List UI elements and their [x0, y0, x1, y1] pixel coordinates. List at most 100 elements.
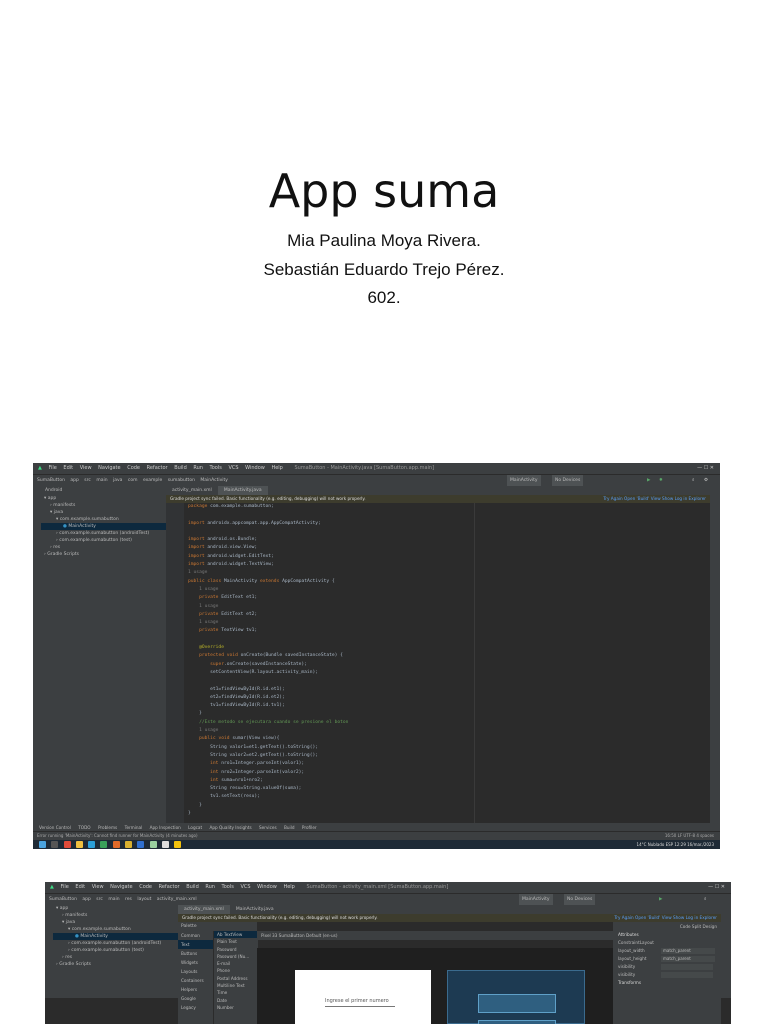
menu-window[interactable]: Window	[245, 465, 265, 471]
transforms-section[interactable]: Transforms	[613, 979, 721, 987]
tree-item-package[interactable]: ▾ com.example.sumabutton	[41, 516, 166, 523]
view-mode-toggle[interactable]: Code Split Design	[613, 922, 721, 931]
tree-item-res[interactable]: › res	[53, 954, 178, 961]
tree-item-java[interactable]: ▾ java	[53, 919, 178, 926]
menu-navigate[interactable]: Navigate	[110, 884, 132, 890]
menu-vcs[interactable]: VCS	[240, 884, 250, 890]
code-line[interactable]: import android.view.View;	[184, 544, 710, 552]
breadcrumb-3[interactable]: main	[96, 478, 107, 483]
window-controls[interactable]: — ☐ ✕	[697, 463, 714, 474]
code-line[interactable]: 1 usage	[184, 603, 710, 611]
breadcrumb-6[interactable]: example	[143, 478, 162, 483]
palette-cat-common[interactable]: Common	[178, 931, 213, 940]
system-tray[interactable]: 14°C Nublado ESP 12:29 16/mar./2023	[637, 840, 714, 849]
breadcrumb-1[interactable]: app	[70, 478, 78, 483]
code-line[interactable]: super.onCreate(savedInstanceState);	[184, 661, 710, 669]
palette-cat-buttons[interactable]: Buttons	[178, 949, 213, 958]
menu-window[interactable]: Window	[257, 884, 277, 890]
code-line[interactable]: String valor1=et1.getText().toString();	[184, 744, 710, 752]
code-line[interactable]: int suma=nro1+nro2;	[184, 777, 710, 785]
widget-number[interactable]: Number	[214, 1004, 258, 1011]
menu-code[interactable]: Code	[127, 465, 140, 471]
notice-links[interactable]: Try Again Open 'Build' View Show Log in …	[603, 495, 706, 503]
windows-start-icon[interactable]	[39, 841, 46, 848]
widget-multiline[interactable]: Multiline Text	[214, 982, 258, 989]
app-icon[interactable]	[161, 841, 169, 848]
tab-activity-main[interactable]: activity_main.xml	[166, 486, 218, 495]
code-line[interactable]: protected void onCreate(Bundle savedInst…	[184, 652, 710, 660]
tab-mainactivity[interactable]: MainActivity.java	[230, 905, 280, 914]
menu-help[interactable]: Help	[271, 465, 282, 471]
code-line[interactable]	[184, 677, 710, 685]
tree-item-androidtest[interactable]: › com.example.sumabutton (androidTest)	[41, 530, 166, 537]
widget-date[interactable]: Date	[214, 997, 258, 1004]
edittext-first-number[interactable]: Ingrese el primer numero	[325, 998, 395, 1007]
app-icon[interactable]	[174, 841, 182, 848]
app-icon[interactable]	[75, 841, 83, 848]
tree-item-package[interactable]: ▾ com.example.sumabutton	[53, 926, 178, 933]
menu-tools[interactable]: Tools	[210, 465, 222, 471]
code-line[interactable]: import androidx.appcompat.app.AppCompatA…	[184, 520, 710, 528]
code-line[interactable]: import android.os.Bundle;	[184, 536, 710, 544]
code-line[interactable]: private TextView tv1;	[184, 627, 710, 635]
menu-file[interactable]: File	[60, 884, 68, 890]
attr-row[interactable]: visibility	[613, 971, 721, 979]
menu-build[interactable]: Build	[186, 884, 199, 890]
attr-row[interactable]: visibility	[613, 963, 721, 971]
code-editor[interactable]: package com.example.sumabutton; import an…	[184, 503, 710, 823]
code-line[interactable]: 1 usage	[184, 727, 710, 735]
tree-item-androidtest[interactable]: › com.example.sumabutton (androidTest)	[53, 940, 178, 947]
tool-services[interactable]: Services	[259, 825, 277, 830]
widget-postal[interactable]: Postal Address	[214, 975, 258, 982]
breadcrumb-6[interactable]: activity_main.xml	[157, 897, 197, 902]
blueprint-preview[interactable]	[447, 970, 585, 1024]
notice-links[interactable]: Try Again Open 'Build' View Show Log in …	[614, 914, 717, 922]
code-line[interactable]: tv1=findViewById(R.id.tv1);	[184, 702, 710, 710]
breadcrumb-4[interactable]: res	[125, 897, 132, 902]
palette-cat-google[interactable]: Google	[178, 994, 213, 1003]
tree-item-res[interactable]: › res	[41, 544, 166, 551]
phone-preview[interactable]: Ingrese el primer numero	[295, 970, 431, 1024]
code-line[interactable]: 1 usage	[184, 586, 710, 594]
tree-item-mainactivity[interactable]: ● MainActivity	[41, 523, 166, 530]
breadcrumb-5[interactable]: com	[128, 478, 138, 483]
tool-todo[interactable]: TODO	[78, 825, 90, 830]
tree-item-manifests[interactable]: › manifests	[41, 502, 166, 509]
palette-cat-text[interactable]: Text	[178, 940, 213, 949]
breadcrumb-2[interactable]: src	[84, 478, 91, 483]
attr-row[interactable]: layout_width match_parent	[613, 947, 721, 955]
code-line[interactable]: public void sumar(View view){	[184, 735, 710, 743]
app-icon[interactable]	[100, 841, 108, 848]
tree-item-gradle[interactable]: › Gradle Scripts	[41, 551, 166, 558]
tool-profiler[interactable]: Profiler	[302, 825, 317, 830]
code-line[interactable]	[184, 528, 710, 536]
widget-plain-text[interactable]: Plain Text	[214, 938, 258, 945]
code-line[interactable]: private EditText et1;	[184, 594, 710, 602]
blueprint-field-1[interactable]	[478, 994, 556, 1013]
blueprint-field-2[interactable]	[478, 1020, 556, 1024]
app-icon[interactable]	[112, 841, 120, 848]
code-line[interactable]: private EditText et2;	[184, 611, 710, 619]
menu-build[interactable]: Build	[174, 465, 187, 471]
code-line[interactable]: tv1.setText(resu);	[184, 793, 710, 801]
menu-navigate[interactable]: Navigate	[98, 465, 120, 471]
tool-problems[interactable]: Problems	[98, 825, 117, 830]
tree-item-java[interactable]: ▾ java	[41, 509, 166, 516]
breadcrumb-8[interactable]: MainActivity	[200, 478, 228, 483]
widget-password-numeric[interactable]: Password (Nu...	[214, 953, 258, 960]
menu-file[interactable]: File	[48, 465, 56, 471]
design-toolbar[interactable]: Pixel 33 SumaButton Default (en-us)	[257, 931, 617, 940]
menu-view[interactable]: View	[80, 465, 92, 471]
tree-item-test[interactable]: › com.example.sumabutton (test)	[53, 947, 178, 954]
code-line[interactable]: String resu=String.valueOf(suma);	[184, 785, 710, 793]
tree-item-app[interactable]: ▾ app	[53, 905, 178, 912]
menu-edit[interactable]: Edit	[63, 465, 73, 471]
palette-cat-helpers[interactable]: Helpers	[178, 985, 213, 994]
attr-row[interactable]: layout_height match_parent	[613, 955, 721, 963]
breadcrumb-4[interactable]: java	[113, 478, 122, 483]
menu-code[interactable]: Code	[139, 884, 152, 890]
code-line[interactable]: public class MainActivity extends AppCom…	[184, 578, 710, 586]
code-line[interactable]: //Este metodo se ejecutara cuando se pre…	[184, 719, 710, 727]
breadcrumb-2[interactable]: src	[96, 897, 103, 902]
code-line[interactable]: import android.widget.TextView;	[184, 561, 710, 569]
